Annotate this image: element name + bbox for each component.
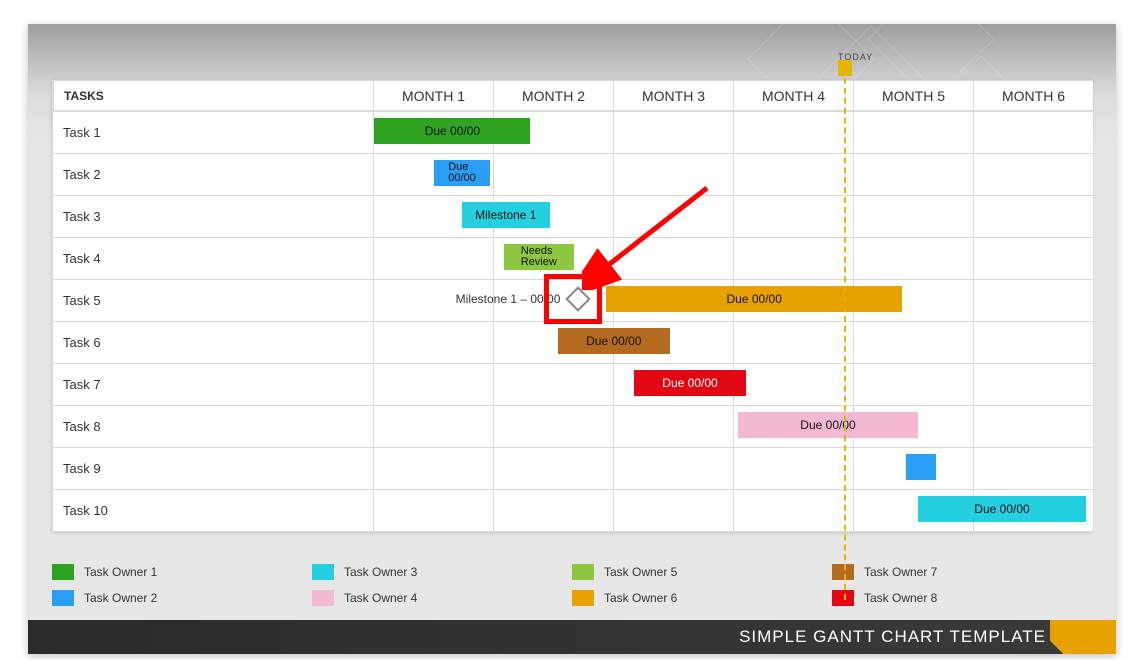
legend-item: Task Owner 7 — [832, 564, 1092, 580]
task-row-label: Task 4 — [53, 237, 373, 279]
grid-cell — [973, 321, 1093, 363]
task-row-label: Task 8 — [53, 405, 373, 447]
grid-cell — [853, 153, 973, 195]
legend: Task Owner 1 Task Owner 3 Task Owner 5 Task… — [52, 564, 1092, 606]
grid-cell — [373, 363, 493, 405]
grid-cell — [733, 111, 853, 153]
legend-swatch — [572, 564, 594, 580]
column-header-tasks: TASKS — [53, 81, 373, 111]
legend-swatch — [572, 590, 594, 606]
grid-cell — [493, 405, 613, 447]
legend-label: Task Owner 4 — [344, 591, 417, 605]
grid-cell — [733, 489, 853, 531]
legend-label: Task Owner 6 — [604, 591, 677, 605]
column-header-month-1: MONTH 1 — [373, 81, 493, 111]
gantt-bar[interactable]: Due 00/00 — [738, 412, 918, 438]
grid-cell — [373, 405, 493, 447]
grid-cell — [733, 237, 853, 279]
legend-item: Task Owner 6 — [572, 590, 832, 606]
legend-label: Task Owner 2 — [84, 591, 157, 605]
gantt-bar[interactable] — [906, 454, 936, 480]
legend-swatch — [312, 564, 334, 580]
column-header-month-6: MONTH 6 — [973, 81, 1093, 111]
legend-label: Task Owner 3 — [344, 565, 417, 579]
grid-cell — [853, 195, 973, 237]
grid-cell — [493, 363, 613, 405]
gantt-bar[interactable]: Milestone 1 — [462, 202, 550, 228]
gantt-bar[interactable]: Due00/00 — [434, 160, 489, 186]
legend-swatch — [832, 564, 854, 580]
task-row-label: Task 5 — [53, 279, 373, 321]
column-header-month-2: MONTH 2 — [493, 81, 613, 111]
gantt-bar[interactable]: Due 00/00 — [918, 496, 1086, 522]
legend-item: Task Owner 1 — [52, 564, 312, 580]
task-row-label: Task 7 — [53, 363, 373, 405]
grid-cell — [733, 447, 853, 489]
grid-cell — [373, 237, 493, 279]
grid-cell — [853, 321, 973, 363]
legend-label: Task Owner 7 — [864, 565, 937, 579]
task-row-label: Task 2 — [53, 153, 373, 195]
footer-accent-shape — [1050, 620, 1116, 654]
column-header-month-5: MONTH 5 — [853, 81, 973, 111]
task-row-label: Task 6 — [53, 321, 373, 363]
grid-cell — [973, 153, 1093, 195]
legend-swatch — [832, 590, 854, 606]
grid-cell — [973, 363, 1093, 405]
legend-label: Task Owner 5 — [604, 565, 677, 579]
grid-cell — [973, 279, 1093, 321]
legend-swatch — [52, 564, 74, 580]
column-header-month-3: MONTH 3 — [613, 81, 733, 111]
slide-stage: TODAY TASKS MONTH 1MONTH 2MONTH 3MONTH 4… — [0, 0, 1144, 660]
gantt-bar[interactable]: Due 00/00 — [634, 370, 747, 396]
grid-cell — [973, 405, 1093, 447]
today-marker-flag: TODAY — [838, 52, 873, 62]
grid-cell — [853, 111, 973, 153]
grid-cell — [493, 447, 613, 489]
task-row-label: Task 3 — [53, 195, 373, 237]
grid-cell — [613, 111, 733, 153]
legend-item: Task Owner 4 — [312, 590, 572, 606]
legend-label: Task Owner 8 — [864, 591, 937, 605]
grid-cell — [373, 447, 493, 489]
gantt-bar[interactable]: Due 00/00 — [558, 328, 670, 354]
legend-swatch — [52, 590, 74, 606]
grid-cell — [373, 489, 493, 531]
grid-cell — [973, 195, 1093, 237]
grid-cell — [973, 111, 1093, 153]
legend-label: Task Owner 1 — [84, 565, 157, 579]
footer-bar: SIMPLE GANTT CHART TEMPLATE — [28, 620, 1116, 654]
grid-cell — [853, 363, 973, 405]
grid-cell — [733, 195, 853, 237]
task-row-label: Task 9 — [53, 447, 373, 489]
legend-item: Task Owner 5 — [572, 564, 832, 580]
today-flag-icon — [838, 60, 852, 76]
footer-title: SIMPLE GANTT CHART TEMPLATE — [739, 627, 1046, 647]
gantt-container: TASKS MONTH 1MONTH 2MONTH 3MONTH 4MONTH … — [52, 80, 1092, 532]
task-row-label: Task 10 — [53, 489, 373, 531]
grid-cell — [613, 405, 733, 447]
legend-item: Task Owner 8 — [832, 590, 1092, 606]
task-row-label: Task 1 — [53, 111, 373, 153]
legend-swatch — [312, 590, 334, 606]
grid-cell — [733, 321, 853, 363]
grid-cell — [373, 321, 493, 363]
legend-item: Task Owner 3 — [312, 564, 572, 580]
grid-cell — [973, 237, 1093, 279]
grid-cell — [733, 153, 853, 195]
grid-cell — [613, 447, 733, 489]
annotation-arrow — [582, 180, 722, 290]
column-header-month-4: MONTH 4 — [733, 81, 853, 111]
grid-cell — [613, 489, 733, 531]
gantt-bar[interactable]: NeedsReview — [504, 244, 574, 270]
grid-cell — [493, 489, 613, 531]
gantt-bar[interactable]: Due 00/00 — [374, 118, 530, 144]
grid-cell — [973, 447, 1093, 489]
legend-item: Task Owner 2 — [52, 590, 312, 606]
grid-cell — [733, 363, 853, 405]
grid-cell — [853, 237, 973, 279]
